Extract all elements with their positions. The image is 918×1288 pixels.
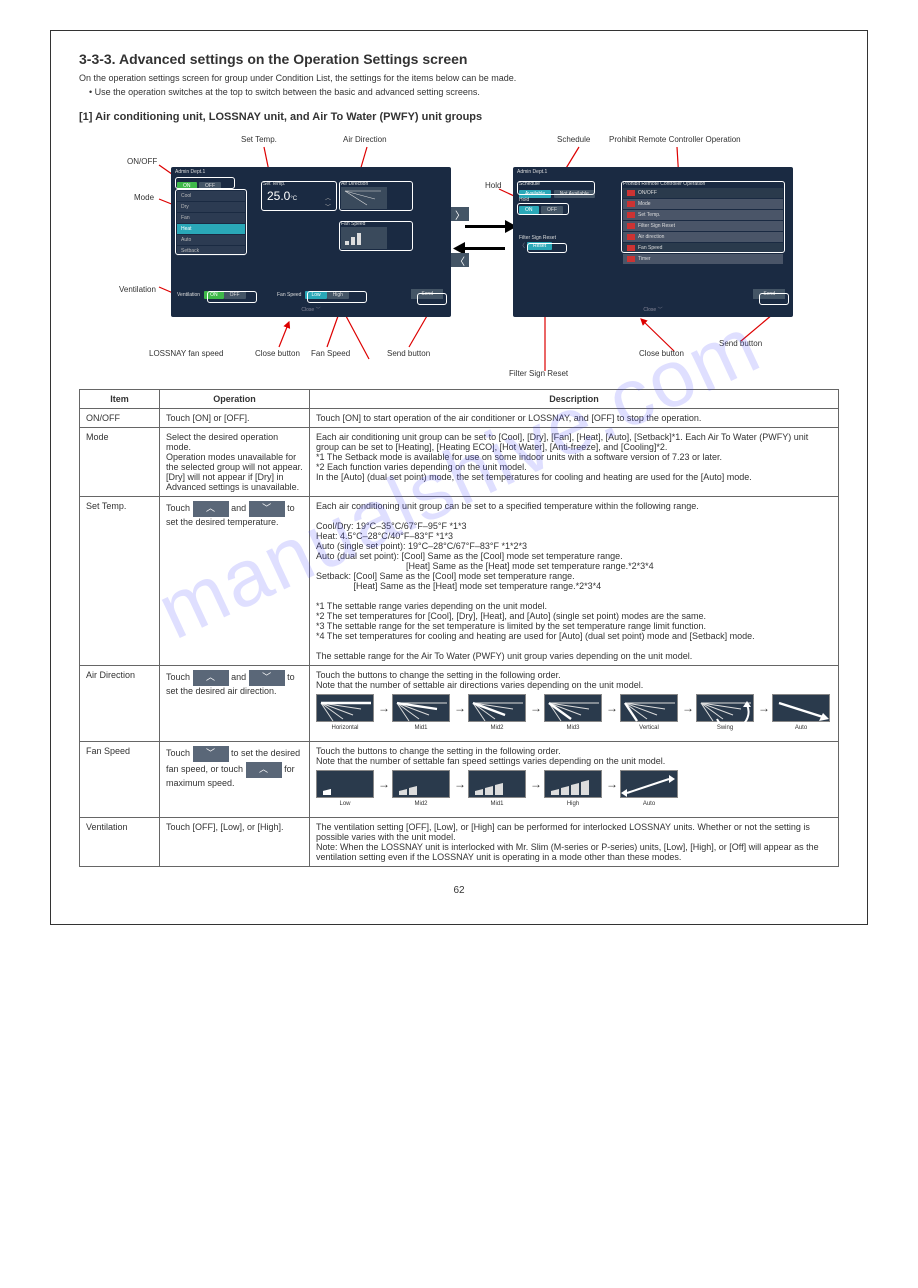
arrow-right-icon: → [606, 777, 618, 791]
nav-right-icon[interactable]: 〉 [451, 207, 469, 221]
airdir-mid2-icon: Mid2 [468, 694, 526, 722]
table-row: ON/OFF Touch [ON] or [OFF]. Touch [ON] t… [80, 409, 839, 428]
section-note: • Use the operation switches at the top … [89, 87, 839, 97]
label-settemp: Set Temp. [241, 135, 277, 144]
close-button[interactable]: Close ﹀ [301, 306, 320, 313]
ventilation-label: Ventilation [177, 292, 200, 298]
label-hold: Hold [485, 181, 501, 190]
down-chevron-icon[interactable]: ﹀ [249, 501, 285, 517]
fan-speed-sequence: Low → Mid2 → Mid1 → High → Auto [316, 770, 680, 798]
label-prohibit: Prohibit Remote Controller Operation [609, 135, 741, 144]
table-row: Ventilation Touch [OFF], [Low], or [High… [80, 818, 839, 867]
down-chevron-icon[interactable]: ﹀ [193, 746, 229, 762]
up-chevron-icon[interactable]: ︿ [193, 670, 229, 686]
nav-left-small-icon[interactable]: 〈 [519, 241, 525, 250]
label-filterreset: Filter Sign Reset [509, 369, 568, 378]
airdir-mid3-icon: Mid3 [544, 694, 602, 722]
prohibit-timer[interactable]: Timer [623, 254, 783, 264]
label-vent: Ventilation [119, 285, 156, 294]
label-onoff: ON/OFF [127, 157, 157, 166]
chevron-down-icon: ﹀ [658, 307, 663, 313]
airdir-mid1-icon: Mid1 [392, 694, 450, 722]
panel-title: Admin Dept.1 [171, 167, 451, 177]
table-row: Air Direction Touch ︿ and ﹀ to set the d… [80, 666, 839, 742]
lossnay-fanspeed-label: Fan Speed [277, 292, 301, 298]
label-lossnayfanspeed: LOSSNAY fan speed [149, 349, 223, 358]
table-row: Mode Select the desired operation mode. … [80, 428, 839, 497]
page-number: 62 [79, 885, 839, 896]
arrow-right-icon: → [530, 777, 542, 791]
airdir-swing-icon: Swing [696, 694, 754, 722]
label-mode: Mode [134, 193, 154, 202]
fanspeed-low-icon: Low [316, 770, 374, 798]
table-row: Fan Speed Touch ﹀ to set the desired fan… [80, 742, 839, 818]
fanspeed-mid2-icon: Mid2 [392, 770, 450, 798]
panel-title-r: Admin Dept.1 [513, 167, 793, 177]
section-desc: On the operation settings screen for gro… [79, 73, 839, 83]
subsection-title: [1] Air conditioning unit, LOSSNAY unit,… [79, 111, 839, 123]
section-title: 3-3-3. Advanced settings on the Operatio… [79, 51, 839, 67]
table-header-row: Item Operation Description [80, 390, 839, 409]
arrow-right-icon: → [378, 701, 390, 715]
table-row: Set Temp. Touch ︿ and ﹀ to set the desir… [80, 497, 839, 666]
down-chevron-icon[interactable]: ﹀ [249, 670, 285, 686]
arrow-right-icon: → [378, 777, 390, 791]
label-send-r: Send button [719, 339, 762, 348]
label-fanspeed: Fan Speed [311, 349, 350, 358]
airdir-auto-icon: Auto [772, 694, 830, 722]
up-chevron-icon[interactable]: ︿ [246, 762, 282, 778]
screenshot-area: ON/OFF Mode Set Temp. Air Direction LOSS… [79, 127, 839, 377]
close-button-r[interactable]: Close ﹀ [643, 306, 662, 313]
airdir-vertical-icon: Vertical [620, 694, 678, 722]
label-close: Close button [255, 349, 300, 358]
label-send: Send button [387, 349, 430, 358]
arrow-right-icon: → [758, 701, 770, 715]
chevron-down-icon: ﹀ [316, 307, 321, 313]
settings-table: Item Operation Description ON/OFF Touch … [79, 389, 839, 867]
arrow-right-icon: → [454, 777, 466, 791]
arrow-right-icon: → [682, 701, 694, 715]
air-direction-sequence: Horizontal → Mid1 → Mid2 → Mid3 → Vertic… [316, 694, 832, 722]
basic-settings-panel: Admin Dept.1 ON OFF Cool Dry Fan Heat Au… [171, 167, 451, 317]
label-airdir: Air Direction [343, 135, 387, 144]
arrow-right-icon: → [530, 701, 542, 715]
label-schedule: Schedule [557, 135, 590, 144]
nav-left-icon[interactable]: 〈 [451, 253, 469, 267]
fanspeed-high-icon: High [544, 770, 602, 798]
advanced-settings-panel: Admin Dept.1 Schedule Available Not Avai… [513, 167, 793, 317]
up-chevron-icon[interactable]: ︿ [193, 501, 229, 517]
arrow-right-icon: → [606, 701, 618, 715]
fanspeed-mid1-icon: Mid1 [468, 770, 526, 798]
arrow-right-icon: → [454, 701, 466, 715]
airdir-horizontal-icon: Horizontal [316, 694, 374, 722]
fanspeed-auto-icon: Auto [620, 770, 678, 798]
label-close-r: Close button [639, 349, 684, 358]
